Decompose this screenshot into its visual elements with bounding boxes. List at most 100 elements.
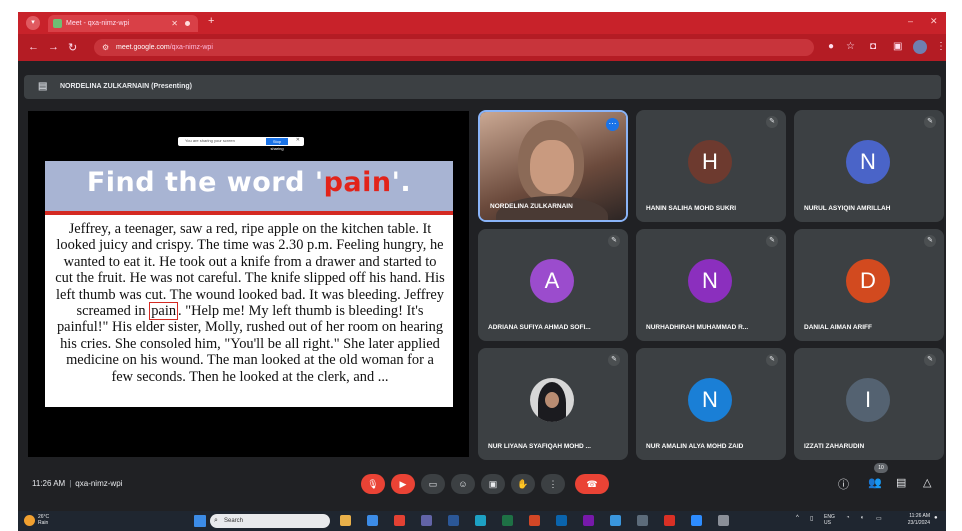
taskbar-search[interactable]: ⌕ Search: [210, 514, 330, 528]
participant-avatar: N: [846, 140, 890, 184]
word-icon[interactable]: [448, 515, 459, 526]
present-button[interactable]: ▣: [481, 474, 505, 494]
participant-avatar: N: [688, 378, 732, 422]
current-time: 11:26 AM: [32, 479, 66, 488]
participant-name: NORDELINA ZULKARNAIN: [490, 203, 573, 210]
camera-off-button[interactable]: ▶: [391, 474, 415, 494]
more-vert-icon: ⋮: [548, 479, 558, 489]
browser-menu-icon[interactable]: ⋮: [936, 41, 946, 52]
participant-photo-avatar: [530, 378, 574, 422]
present-icon: ▣: [488, 479, 498, 489]
file-explorer-icon[interactable]: [340, 515, 351, 526]
notification-icon[interactable]: ●: [934, 515, 938, 521]
search-icon: ⌕: [214, 517, 218, 524]
onenote-icon[interactable]: [583, 515, 594, 526]
chat-icon[interactable]: ▤: [896, 476, 906, 489]
slide-passage: Jeffrey, a teenager, saw a red, ripe app…: [54, 221, 446, 385]
participant-name: ADRIANA SUFIYA AHMAD SOFI...: [488, 324, 591, 331]
participant-avatar: D: [846, 259, 890, 303]
participant-tile[interactable]: ⋯ NORDELINA ZULKARNAIN: [478, 110, 628, 222]
sidebar-icon[interactable]: ▣: [893, 41, 902, 52]
close-window-icon[interactable]: ✕: [930, 16, 938, 27]
participant-tile[interactable]: ✎ N NURHADHIRAH MUHAMMAD R...: [636, 229, 786, 341]
camera-permission-icon[interactable]: ●: [828, 41, 834, 52]
sharing-notice-bar: You are sharing your screen Stop sharing…: [178, 137, 304, 151]
edge-icon[interactable]: [475, 515, 486, 526]
shared-screen: You are sharing your screen Stop sharing…: [28, 111, 469, 457]
new-tab-icon[interactable]: +: [208, 15, 214, 27]
url-host: meet.google.com: [116, 44, 170, 51]
slide-divider: [45, 211, 453, 215]
weather-widget[interactable]: 26°C Rain: [24, 514, 49, 526]
stop-sharing-button[interactable]: Stop sharing: [266, 138, 288, 151]
powerpoint-icon[interactable]: [529, 515, 540, 526]
minimize-icon[interactable]: –: [908, 16, 913, 26]
battery-icon: ▯: [810, 516, 814, 522]
chrome-icon[interactable]: [394, 515, 405, 526]
site-info-icon[interactable]: ⚙: [102, 39, 109, 56]
store-icon[interactable]: [367, 515, 378, 526]
more-options-button[interactable]: ⋮: [541, 474, 565, 494]
windows-start-icon[interactable]: [194, 515, 206, 527]
tab-search-icon[interactable]: ▾: [26, 16, 40, 30]
sharing-notice-text: You are sharing your screen: [185, 138, 235, 143]
outlook-icon[interactable]: [556, 515, 567, 526]
emoji-button[interactable]: ☺: [451, 474, 475, 494]
participant-avatar: N: [688, 259, 732, 303]
camera-icon[interactable]: [637, 515, 648, 526]
back-icon[interactable]: ←: [28, 41, 39, 53]
wifi-icon[interactable]: ◔: [846, 515, 850, 521]
mic-off-icon: 🎙: [367, 479, 379, 489]
slide-title-band: Find the word 'pain'.: [45, 161, 453, 211]
zoom-icon[interactable]: [691, 515, 702, 526]
search-placeholder: Search: [224, 518, 244, 524]
reload-icon[interactable]: ↻: [68, 41, 77, 54]
language-indicator[interactable]: ENG US: [824, 514, 835, 526]
participant-tile[interactable]: ✎ N NUR AMALIN ALYA MOHD ZAID: [636, 348, 786, 460]
photos-icon[interactable]: [610, 515, 621, 526]
participant-name: HANIN SALIHA MOHD SUKRI: [646, 205, 737, 212]
mic-muted-icon: ✎: [608, 354, 620, 366]
display-icon[interactable]: ▭: [876, 515, 882, 522]
people-icon[interactable]: 👥: [868, 476, 882, 489]
participant-avatar: H: [688, 140, 732, 184]
activities-icon[interactable]: △: [923, 476, 931, 489]
tile-more-options-icon[interactable]: ⋯: [606, 118, 619, 131]
participant-tile[interactable]: ✎ NUR LIYANA SYAFIQAH MOHD ...: [478, 348, 628, 460]
captions-button[interactable]: ▭: [421, 474, 445, 494]
captions-icon: ▭: [428, 479, 438, 489]
passage-boxed-word: pain: [149, 302, 179, 321]
mic-off-button[interactable]: 🎙: [361, 474, 385, 494]
participant-name: NUR LIYANA SYAFIQAH MOHD ...: [488, 443, 591, 450]
windows-taskbar: 26°C Rain ⌕ Search ^ ▯ ENG US ◔ ◖ ▭ 11:2…: [18, 511, 946, 531]
participant-tile[interactable]: ✎ H HANIN SALIHA MOHD SUKRI: [636, 110, 786, 222]
bookmark-star-icon[interactable]: ☆: [846, 41, 855, 52]
hide-notice-icon[interactable]: ✕: [296, 137, 300, 143]
emoji-icon: ☺: [458, 479, 468, 489]
extension-icon[interactable]: ◘: [870, 41, 876, 52]
participant-name: NUR AMALIN ALYA MOHD ZAID: [646, 443, 744, 450]
participant-tile[interactable]: ✎ D DANIAL AIMAN ARIFF: [794, 229, 944, 341]
tab-close-icon[interactable]: ✕: [171, 15, 178, 32]
profile-avatar-icon[interactable]: [913, 40, 927, 54]
volume-icon[interactable]: ◖: [860, 515, 864, 521]
forward-icon[interactable]: →: [48, 41, 59, 53]
participant-tile[interactable]: ✎ A ADRIANA SUFIYA AHMAD SOFI...: [478, 229, 628, 341]
mic-muted-icon: ✎: [608, 235, 620, 247]
address-bar[interactable]: ⚙ meet.google.com/qxa-nimz-wpi: [94, 39, 814, 56]
excel-icon[interactable]: [502, 515, 513, 526]
taskbar-clock[interactable]: 11:26 AM 23/1/2024: [896, 513, 930, 527]
raise-hand-button[interactable]: ✋: [511, 474, 535, 494]
teams-icon[interactable]: [421, 515, 432, 526]
slide-title: Find the word 'pain'.: [45, 167, 453, 198]
meeting-details-icon[interactable]: ⓘ: [838, 476, 849, 492]
phone-hangup-icon: ☎: [586, 479, 598, 489]
chrome-profile-icon[interactable]: [664, 515, 675, 526]
slide-title-highlight: pain: [323, 167, 392, 198]
participant-tile[interactable]: ✎ N NURUL ASYIQIN AMRILLAH: [794, 110, 944, 222]
browser-tab-meet[interactable]: Meet - qxa-nimz-wpi ✕: [48, 15, 198, 32]
end-call-button[interactable]: ☎: [575, 474, 609, 494]
settings-icon[interactable]: [718, 515, 729, 526]
participant-tile[interactable]: ✎ I IZZATI ZAHARUDIN: [794, 348, 944, 460]
tray-overflow-icon[interactable]: ^: [796, 515, 799, 521]
